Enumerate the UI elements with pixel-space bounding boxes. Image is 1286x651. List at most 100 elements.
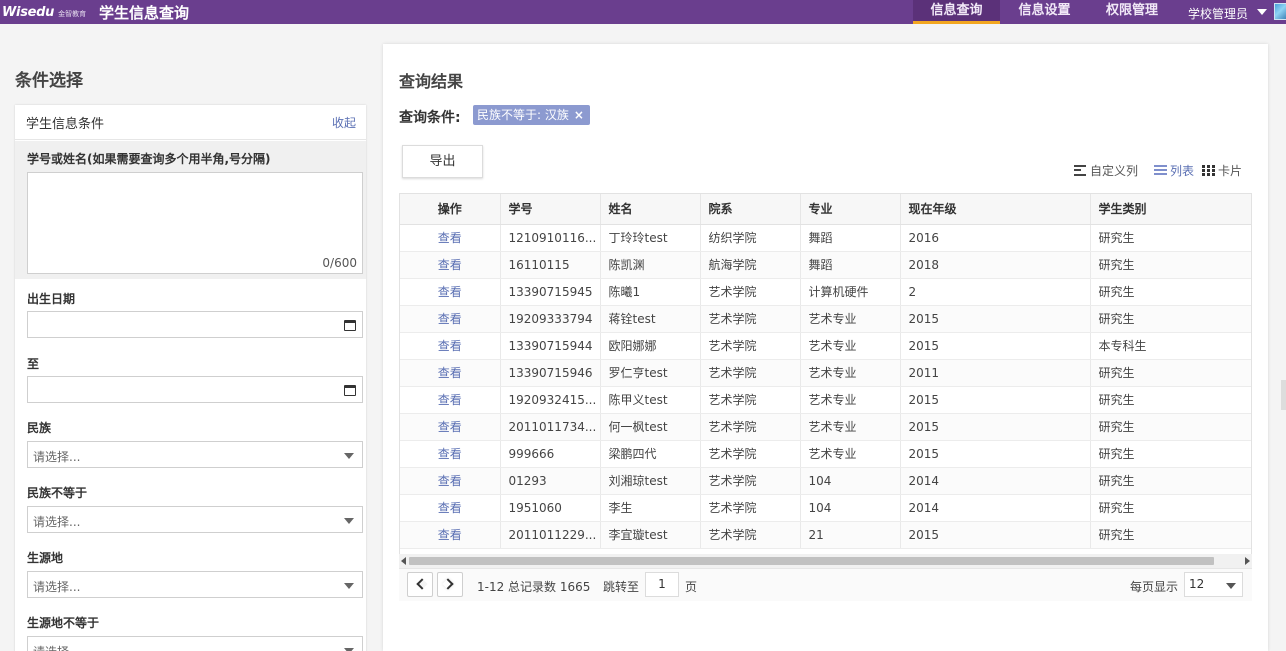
table-cell: 2015 xyxy=(900,386,1091,414)
table-cell: 陈凯渊 xyxy=(600,251,701,279)
table-cell: 2 xyxy=(900,278,1091,306)
view-link[interactable]: 查看 xyxy=(438,339,462,353)
page-number-input[interactable]: 1 xyxy=(645,572,679,597)
table-row: 查看 16110115 陈凯渊 航海学院 舞蹈 2018 研究生 xyxy=(400,251,1251,279)
table-cell: 舞蹈 xyxy=(800,251,901,279)
chevron-left-icon xyxy=(416,578,428,590)
page-scrollbar[interactable] xyxy=(1281,380,1286,410)
table-cell: 艺术专业 xyxy=(800,386,901,414)
page-size-select[interactable]: 12 xyxy=(1184,572,1243,597)
table-row: 查看 1210910116... 丁玲玲test 纺织学院 舞蹈 2016 研究生 xyxy=(400,224,1251,252)
action-cell: 查看 xyxy=(400,332,501,360)
table-cell: 2011 xyxy=(900,359,1091,387)
table-cell: 梁鹏四代 xyxy=(600,440,701,468)
ethnicity-select[interactable]: 请选择... xyxy=(27,441,363,468)
table-cell: 1951060 xyxy=(500,494,601,522)
origin-select[interactable]: 请选择... xyxy=(27,571,363,598)
custom-columns-button[interactable]: 自定义列 xyxy=(1074,162,1138,179)
action-cell: 查看 xyxy=(400,413,501,441)
table-cell: 欧阳娜娜 xyxy=(600,332,701,360)
column-header[interactable]: 院系 xyxy=(700,194,801,225)
list-view-button[interactable]: 列表 xyxy=(1154,162,1194,179)
view-link[interactable]: 查看 xyxy=(438,285,462,299)
user-menu[interactable]: 学校管理员 xyxy=(1188,0,1248,24)
table-cell: 计算机硬件 xyxy=(800,278,901,306)
avatar[interactable] xyxy=(1274,3,1286,20)
caret-down-icon xyxy=(344,453,354,459)
filter-card-header: 学生信息条件 收起 xyxy=(15,105,366,140)
table-cell: 研究生 xyxy=(1090,521,1251,549)
origin-not-equal-select[interactable]: 请选择... xyxy=(27,636,363,651)
table-cell: 何一枫test xyxy=(600,413,701,441)
page-unit-label: 页 xyxy=(685,580,698,594)
column-header[interactable]: 学生类别 xyxy=(1090,194,1251,225)
action-cell: 查看 xyxy=(400,521,501,549)
id-or-name-label: 学号或姓名(如果需要查询多个用半角,号分隔) xyxy=(27,152,271,166)
scroll-left-arrow-icon[interactable] xyxy=(401,557,406,565)
filter-card-title: 学生信息条件 xyxy=(26,117,105,132)
view-link[interactable]: 查看 xyxy=(438,366,462,380)
collapse-link[interactable]: 收起 xyxy=(332,114,356,131)
table-cell: 艺术学院 xyxy=(700,386,801,414)
view-link[interactable]: 查看 xyxy=(438,393,462,407)
column-header[interactable]: 姓名 xyxy=(600,194,701,225)
view-link[interactable]: 查看 xyxy=(438,312,462,326)
next-page-button[interactable] xyxy=(437,572,463,597)
condition-tag: 民族不等于: 汉族 × xyxy=(473,105,590,125)
scrollbar-thumb[interactable] xyxy=(409,557,1214,565)
table-cell: 2014 xyxy=(900,467,1091,495)
scroll-right-arrow-icon[interactable] xyxy=(1245,557,1250,565)
view-link[interactable]: 查看 xyxy=(438,474,462,488)
nav-permission-management[interactable]: 权限管理 xyxy=(1092,0,1172,24)
birth-date-from-input[interactable] xyxy=(27,311,363,338)
table-cell: 研究生 xyxy=(1090,251,1251,279)
view-link[interactable]: 查看 xyxy=(438,447,462,461)
section-title: 条件选择 xyxy=(15,71,83,91)
ethnicity-not-equal-label: 民族不等于 xyxy=(27,486,88,500)
horizontal-scrollbar[interactable] xyxy=(399,554,1252,568)
view-link[interactable]: 查看 xyxy=(438,231,462,245)
prev-page-button[interactable] xyxy=(407,572,433,597)
table-row: 查看 19209333794 蒋铨test 艺术学院 艺术专业 2015 研究生 xyxy=(400,305,1251,333)
action-cell: 查看 xyxy=(400,305,501,333)
table-cell: 2015 xyxy=(900,521,1091,549)
ethnicity-label: 民族 xyxy=(27,421,52,435)
view-link[interactable]: 查看 xyxy=(438,528,462,542)
column-header[interactable]: 专业 xyxy=(800,194,901,225)
caret-down-icon[interactable] xyxy=(1257,9,1267,15)
ethnicity-not-equal-select[interactable]: 请选择... xyxy=(27,506,363,533)
table-cell: 16110115 xyxy=(500,251,601,279)
custom-columns-label: 自定义列 xyxy=(1090,164,1139,178)
card-view-label: 卡片 xyxy=(1218,164,1243,178)
column-header[interactable]: 学号 xyxy=(500,194,601,225)
view-link[interactable]: 查看 xyxy=(438,258,462,272)
calendar-icon[interactable] xyxy=(344,320,356,331)
table-row: 查看 1920932415... 陈甲义test 艺术学院 艺术专业 2015 研究生 xyxy=(400,386,1251,414)
table-cell: 研究生 xyxy=(1090,224,1251,252)
calendar-icon[interactable] xyxy=(344,385,356,396)
nav-info-settings[interactable]: 信息设置 xyxy=(1003,0,1086,24)
card-view-button[interactable]: 卡片 xyxy=(1202,162,1242,179)
view-link[interactable]: 查看 xyxy=(438,501,462,515)
action-cell: 查看 xyxy=(400,278,501,306)
column-header[interactable]: 现在年级 xyxy=(900,194,1091,225)
nav-info-query[interactable]: 信息查询 xyxy=(913,0,1000,24)
table-cell: 21 xyxy=(800,521,901,549)
table-cell: 陈甲义test xyxy=(600,386,701,414)
export-button[interactable]: 导出 xyxy=(402,145,483,178)
table-cell: 蒋铨test xyxy=(600,305,701,333)
birth-date-to-input[interactable] xyxy=(27,376,363,403)
origin-label: 生源地 xyxy=(27,551,64,565)
table-cell: 1920932415... xyxy=(500,386,601,414)
table-cell: 研究生 xyxy=(1090,278,1251,306)
action-cell: 查看 xyxy=(400,440,501,468)
per-page-label: 每页显示 xyxy=(1130,580,1179,594)
to-label: 至 xyxy=(27,357,40,371)
id-or-name-textarea[interactable]: 0/600 xyxy=(27,172,363,274)
table-row: 查看 13390715944 欧阳娜娜 艺术学院 艺术专业 2015 本专科生 xyxy=(400,332,1251,360)
table-cell: 艺术专业 xyxy=(800,359,901,387)
close-icon[interactable]: × xyxy=(574,108,584,122)
table-cell: 艺术专业 xyxy=(800,440,901,468)
table-cell: 李生 xyxy=(600,494,701,522)
view-link[interactable]: 查看 xyxy=(438,420,462,434)
